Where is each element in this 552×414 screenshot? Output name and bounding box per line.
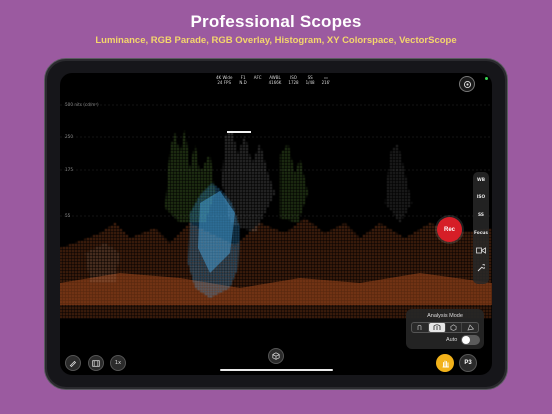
zoom-button[interactable]: 1x: [110, 355, 126, 371]
ss-button[interactable]: SS: [473, 213, 489, 218]
scope-view-button[interactable]: [268, 348, 284, 364]
auto-label: Auto: [446, 337, 458, 343]
color-gamut-button[interactable]: P3: [459, 354, 477, 372]
camera-screen: 4K Wide 24 FPS F1 N.D AFC AWBL 4166K ISO…: [60, 73, 492, 375]
stat-white-balance[interactable]: AWBL 4166K: [269, 75, 282, 85]
mode-luminance[interactable]: [412, 323, 429, 332]
interaction-mode-button[interactable]: [436, 354, 454, 372]
stat-resolution[interactable]: 4K Wide 24 FPS: [216, 75, 232, 85]
lens-button[interactable]: [473, 247, 489, 256]
pen-icon: [69, 360, 77, 367]
stat-iso[interactable]: ISO 1728: [288, 75, 298, 85]
tools-button[interactable]: [473, 264, 489, 274]
stat-aperture[interactable]: F1 N.D: [239, 75, 246, 85]
mode-colorspace[interactable]: [462, 323, 478, 332]
home-indicator: [220, 369, 333, 371]
scope-axis-title: 500 nits (cd/m²): [65, 102, 99, 107]
analysis-mode-panel: Analysis Mode Auto: [406, 309, 484, 349]
film-format-button[interactable]: [88, 355, 104, 371]
settings-icon: [463, 80, 471, 88]
vectorscope-icon: [450, 324, 457, 331]
auto-toggle[interactable]: [461, 335, 480, 345]
toggle-knob: [462, 336, 470, 344]
status-indicator: [485, 77, 488, 80]
analysis-mode-title: Analysis Mode: [427, 313, 463, 319]
mode-parade[interactable]: [428, 323, 446, 332]
marketing-headline: Professional Scopes: [190, 12, 362, 31]
focus-button[interactable]: Focus: [473, 231, 489, 236]
hand-icon: [442, 360, 449, 367]
scope-tick-label: 55: [65, 213, 71, 218]
scope-tick-label: 175: [65, 167, 73, 172]
camera-stats-bar: 4K Wide 24 FPS F1 N.D AFC AWBL 4166K ISO…: [216, 75, 331, 85]
iso-button[interactable]: ISO: [473, 195, 489, 200]
wb-button[interactable]: WB: [473, 178, 489, 183]
record-button[interactable]: Rec: [437, 217, 462, 242]
colorspace-icon: [467, 324, 474, 331]
stat-shutter-speed[interactable]: SS 1/48: [306, 75, 315, 85]
film-icon: [92, 359, 100, 367]
parade-icon: [433, 324, 441, 330]
analysis-mode-selector: [411, 322, 479, 333]
stat-autofocus[interactable]: AFC: [254, 75, 262, 85]
scope-tick-label: 250: [65, 134, 73, 139]
wrench-icon: [477, 264, 486, 272]
stat-storage[interactable]: ▭ 216': [322, 75, 331, 85]
lens-icon: [476, 247, 486, 254]
cube-icon: [272, 352, 280, 360]
marketing-subline: Luminance, RGB Parade, RGB Overlay, Hist…: [95, 35, 457, 46]
exposure-tool-button[interactable]: [65, 355, 81, 371]
luminance-icon: [418, 324, 422, 330]
mode-vectorscope[interactable]: [446, 323, 463, 332]
settings-button[interactable]: [459, 76, 475, 92]
